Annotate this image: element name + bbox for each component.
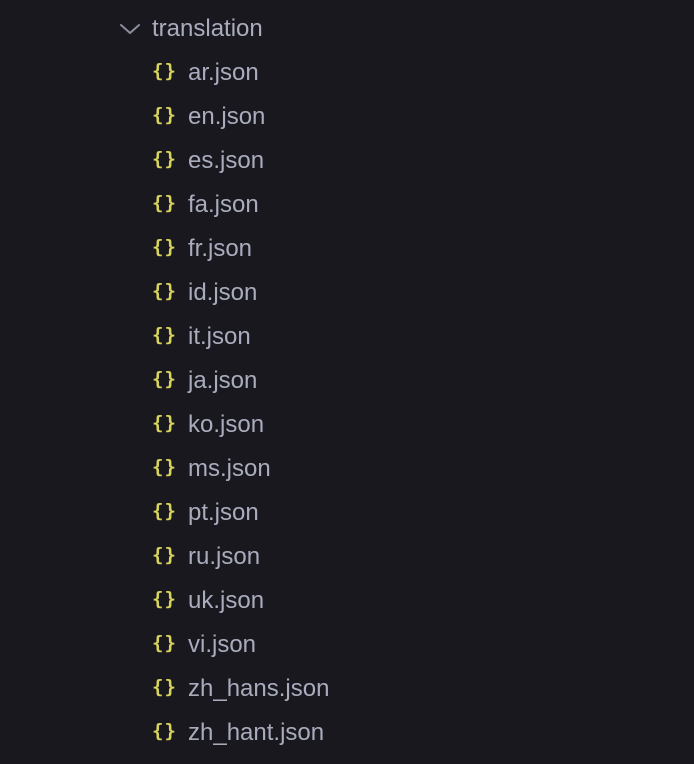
file-item[interactable]: {} it.json (0, 315, 694, 359)
file-item[interactable]: {} id.json (0, 271, 694, 315)
json-braces-icon: {} (152, 324, 177, 346)
file-item[interactable]: {} vi.json (0, 623, 694, 667)
file-label: en.json (188, 103, 266, 130)
file-item[interactable]: {} es.json (0, 139, 694, 183)
json-braces-icon: {} (152, 280, 177, 302)
file-label: ja.json (188, 367, 258, 394)
json-braces-icon: {} (152, 104, 177, 126)
json-braces-icon: {} (152, 236, 177, 258)
json-braces-icon: {} (152, 676, 177, 698)
json-braces-icon: {} (152, 412, 177, 434)
file-item[interactable]: {} ms.json (0, 447, 694, 491)
file-label: it.json (188, 323, 251, 350)
file-item[interactable]: {} fr.json (0, 227, 694, 271)
file-item[interactable]: {} zh_hans.json (0, 667, 694, 711)
file-item[interactable]: {} en.json (0, 95, 694, 139)
file-item[interactable]: {} uk.json (0, 579, 694, 623)
file-label: id.json (188, 279, 258, 306)
file-label: pt.json (188, 499, 259, 526)
file-item[interactable]: {} ko.json (0, 403, 694, 447)
file-label: ar.json (188, 59, 259, 86)
folder-row-translation[interactable]: translation (0, 7, 694, 51)
folder-label: translation (152, 15, 263, 42)
json-braces-icon: {} (152, 148, 177, 170)
file-label: vi.json (188, 631, 257, 658)
json-braces-icon: {} (152, 60, 177, 82)
file-label: ko.json (188, 411, 265, 438)
file-label: fr.json (188, 235, 253, 262)
json-braces-icon: {} (152, 632, 177, 654)
file-item[interactable]: {} zh_hant.json (0, 711, 694, 755)
json-braces-icon: {} (152, 588, 177, 610)
file-item[interactable]: {} ar.json (0, 51, 694, 95)
file-item[interactable]: {} ru.json (0, 535, 694, 579)
file-label: ms.json (188, 455, 271, 482)
file-item[interactable]: {} ja.json (0, 359, 694, 403)
file-label: es.json (188, 147, 265, 174)
file-label: zh_hant.json (188, 719, 325, 746)
file-label: ru.json (188, 543, 261, 570)
file-item[interactable]: {} pt.json (0, 491, 694, 535)
file-label: fa.json (188, 191, 259, 218)
json-braces-icon: {} (152, 368, 177, 390)
json-braces-icon: {} (152, 720, 177, 742)
file-item[interactable]: {} fa.json (0, 183, 694, 227)
json-braces-icon: {} (152, 500, 177, 522)
file-label: uk.json (188, 587, 265, 614)
chevron-down-icon[interactable] (119, 20, 141, 38)
file-label: zh_hans.json (188, 675, 330, 702)
json-braces-icon: {} (152, 456, 177, 478)
json-braces-icon: {} (152, 544, 177, 566)
json-braces-icon: {} (152, 192, 177, 214)
